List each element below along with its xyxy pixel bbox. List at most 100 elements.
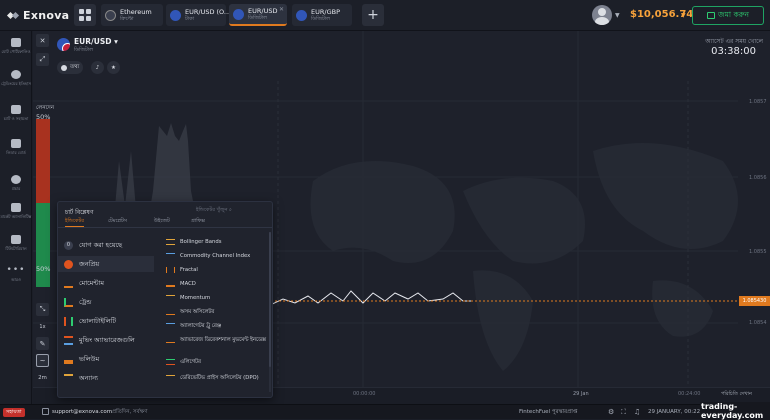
category-popular[interactable]: জনপ্রিয় — [58, 256, 154, 272]
tab-subtitle: ক্রিপ্টো — [120, 15, 134, 22]
indicator-item[interactable]: ডেরিভেটিভ প্রাইস অসিলেটর (DPO) — [166, 375, 266, 381]
category-volatility[interactable]: ভোলাটাইলিটি — [58, 313, 154, 329]
category-label: ভলিউম — [79, 354, 100, 363]
tab-ethereum[interactable]: Ethereum ক্রিপ্টো — [101, 4, 163, 26]
close-tab-icon[interactable]: ✕ — [279, 6, 284, 13]
category-added[interactable]: 0 যোগ করা হয়েছে — [58, 237, 154, 253]
tab-widgets[interactable]: উইজেট — [154, 218, 170, 226]
graduation-cap-icon — [11, 235, 21, 244]
sidebar-item-more[interactable]: ••• আরও — [0, 265, 32, 282]
gear-icon[interactable]: ⚙ — [608, 408, 614, 416]
indicator-label: MACD — [180, 281, 196, 287]
fullscreen-icon[interactable]: ⛶ — [621, 408, 626, 417]
support-email[interactable]: support@exnova.com — [52, 409, 112, 415]
sentiment-up-pct: 50% — [36, 113, 51, 121]
close-chart-tools-button[interactable]: ✕ — [36, 34, 49, 47]
indicator-item[interactable]: অ্যাভারেজ ডিরেকশনাল মুভমেন্ট ইনডেক্স — [166, 337, 266, 343]
favorite-button[interactable]: ★ — [107, 61, 120, 74]
atr-icon — [166, 323, 175, 329]
support-badge[interactable]: সহায়তা — [3, 408, 25, 417]
indicator-item[interactable]: Commodity Channel Index — [166, 253, 266, 259]
alligator-icon — [166, 359, 175, 365]
apps-grid-button[interactable] — [74, 4, 96, 26]
category-label: যোগ করা হয়েছে — [79, 240, 123, 249]
category-moving-averages[interactable]: মুভিং অ্যাভারেজগুলি — [58, 332, 154, 348]
chart-tools: ✕ ⤢ — [36, 34, 51, 72]
zoom-label[interactable]: 1x — [36, 320, 49, 333]
wallet-icon — [707, 12, 716, 19]
avatar[interactable] — [592, 5, 612, 25]
sidebar-item-chat[interactable]: চ্যাট ও সহায়তা — [0, 105, 32, 121]
chat-icon — [11, 105, 21, 114]
momentum-icon — [64, 279, 73, 288]
watermark: trading-everyday.com — [700, 402, 770, 420]
sidebar-item-label: টিউটোরিয়াল — [5, 246, 27, 251]
footer: সহায়তা support@exnova.com প্রতিদিন, সর্… — [0, 402, 770, 420]
tab-subtitle: টাকা — [185, 15, 195, 22]
indicator-label: Fractal — [180, 267, 198, 273]
sidebar: মোট পোর্টফোলিও ট্রেডিংয়ের ইতিহাস চ্যাট … — [0, 31, 32, 404]
fire-icon — [64, 259, 73, 269]
sidebar-item-promo[interactable]: প্রচার — [0, 175, 32, 191]
add-tab-button[interactable]: + — [362, 4, 384, 26]
indicator-search[interactable]: ইন্ডিকেটর খুঁজুন ⌕ — [196, 207, 232, 215]
indicator-item[interactable]: এলিগেটর — [166, 359, 266, 365]
category-momentum[interactable]: মোমেন্টাম — [58, 275, 154, 291]
volume-icon — [64, 355, 73, 364]
tab-indicators[interactable]: ইন্ডিকেটর — [65, 218, 85, 227]
crosshair-icon[interactable]: ⤡ — [36, 303, 49, 316]
category-trend[interactable]: ট্রেন্ড — [58, 294, 154, 310]
eurusd-flag-icon — [233, 8, 244, 20]
time-tick: 00:00:00 — [353, 391, 376, 397]
dpo-icon — [166, 375, 175, 381]
category-label: জনপ্রিয় — [79, 259, 100, 268]
category-label: অন্যান্য — [79, 373, 99, 382]
tab-templates[interactable]: টেমপ্লেটস — [108, 218, 127, 226]
logo[interactable]: Exnova — [6, 9, 69, 22]
category-other[interactable]: অন্যান্য — [58, 370, 154, 386]
alert-button[interactable]: ♪ — [91, 61, 104, 74]
expand-icon[interactable]: ⤢ — [36, 53, 49, 66]
info-button[interactable]: তথ্য — [57, 61, 84, 74]
asset-name[interactable]: EUR/USD ▾ — [74, 37, 118, 46]
trend-icon — [64, 297, 73, 307]
sidebar-item-label: মোট পোর্টফোলিও — [1, 49, 31, 54]
tab-eurusd[interactable]: EUR/USD ডিজিটাল ✕ — [229, 4, 287, 26]
pen-icon[interactable]: ✎ — [36, 337, 49, 350]
indicator-item[interactable]: অ্যালাগেটর ট্রু রেঞ্জ — [166, 323, 266, 329]
cci-icon — [166, 253, 175, 259]
line-chart-icon[interactable]: ~ — [36, 354, 49, 367]
sidebar-item-leaderboard[interactable]: লিডার বোর্ড — [0, 139, 32, 155]
volume-icon[interactable]: ♫ — [634, 408, 640, 416]
tab-title: EUR/USD (O... — [185, 7, 231, 16]
indicator-item[interactable]: Fractal — [166, 267, 266, 273]
tab-title: EUR/USD — [248, 6, 278, 15]
macd-icon — [166, 281, 175, 287]
tab-eurusd-otc[interactable]: EUR/USD (O... টাকা — [166, 4, 230, 26]
indicator-item[interactable]: অসম অসিলেটর — [166, 309, 266, 315]
chevron-down-icon[interactable]: ▼ — [615, 12, 620, 19]
indicator-item[interactable]: Bollinger Bands — [166, 239, 266, 245]
tab-title: Ethereum — [120, 7, 152, 16]
deposit-button[interactable]: জমা করুন — [692, 6, 764, 25]
tab-title: EUR/GBP — [311, 7, 340, 16]
chevron-down-icon[interactable]: ▼ — [681, 12, 686, 19]
ethereum-icon — [105, 9, 116, 21]
sidebar-item-analytics[interactable]: মার্কেট অ্যানালিটিক্স — [0, 203, 32, 219]
indicator-item[interactable]: Momentum — [166, 295, 266, 301]
indicator-label: অ্যালাগেটর ট্রু রেঞ্জ — [180, 323, 222, 329]
sidebar-item-portfolio[interactable]: মোট পোর্টফোলিও — [0, 38, 32, 54]
mail-icon — [42, 408, 49, 415]
category-volume[interactable]: ভলিউম — [58, 351, 154, 367]
scrollbar[interactable] — [269, 232, 271, 367]
sidebar-item-history[interactable]: ট্রেডিংয়ের ইতিহাস — [0, 70, 32, 86]
timeframe-button[interactable]: 2m — [36, 371, 49, 384]
sidebar-item-tutorials[interactable]: টিউটোরিয়াল — [0, 235, 32, 251]
tab-eurgbp[interactable]: EUR/GBP ডিজিটাল — [292, 4, 352, 26]
price-tick: 1.0855 — [749, 249, 767, 255]
price-tick: 1.0854 — [749, 320, 767, 326]
show-intro-link[interactable]: পরিচিতি দেখান — [721, 391, 752, 399]
more-dots-icon: ••• — [6, 265, 26, 275]
tab-graphics[interactable]: গ্রাফিক্স — [191, 218, 205, 226]
indicator-item[interactable]: MACD — [166, 281, 266, 287]
